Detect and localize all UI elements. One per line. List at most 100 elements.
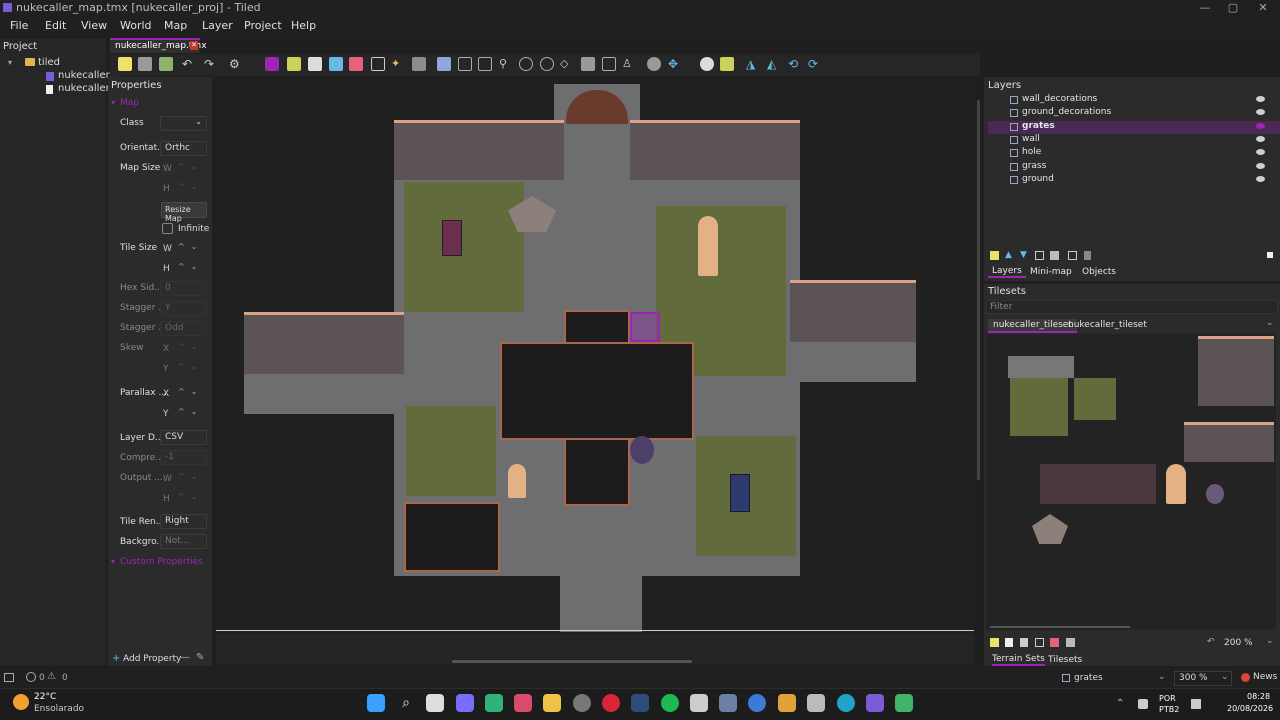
new-layer-icon[interactable] — [990, 251, 999, 260]
layer-row[interactable]: hole — [988, 147, 1278, 160]
app-icon[interactable] — [719, 694, 737, 712]
shape-fill-icon[interactable] — [329, 57, 343, 71]
tileset-view[interactable] — [986, 334, 1276, 630]
layer-row[interactable]: wall — [988, 134, 1278, 147]
filter-input[interactable]: Filter — [986, 300, 1278, 314]
search-icon[interactable]: ⌕ — [397, 694, 415, 712]
app-icon[interactable] — [690, 694, 708, 712]
maximize-button[interactable]: ▢ — [1220, 0, 1246, 16]
tileset-tile[interactable] — [1206, 484, 1224, 504]
app-icon[interactable] — [514, 694, 532, 712]
insert-tile-icon[interactable]: ◇ — [560, 57, 574, 71]
add-icon[interactable]: + — [112, 653, 120, 664]
insert-text-icon[interactable] — [602, 57, 616, 71]
move-icon[interactable]: ✥ — [668, 57, 682, 71]
app-icon[interactable] — [748, 694, 766, 712]
insert-template-icon[interactable] — [581, 57, 595, 71]
rect-select-icon[interactable] — [371, 57, 385, 71]
tileset-tab[interactable]: nukecaller_tileset — [1068, 320, 1147, 330]
terrain-brush-icon[interactable] — [287, 57, 301, 71]
menu-view[interactable]: View — [81, 19, 107, 32]
save-icon[interactable] — [159, 57, 173, 71]
open-file-icon[interactable] — [138, 57, 152, 71]
tileset-properties-icon[interactable] — [1050, 638, 1059, 647]
close-tab-icon[interactable]: ✕ — [190, 41, 198, 50]
group-layer-icon[interactable] — [1068, 251, 1077, 260]
eye-icon[interactable] — [1256, 96, 1265, 102]
new-tileset-icon[interactable] — [990, 638, 999, 647]
menu-file[interactable]: File — [10, 19, 28, 32]
lock-icon[interactable] — [1084, 251, 1091, 260]
tray-icon[interactable] — [1138, 699, 1148, 709]
eye-icon[interactable] — [1256, 123, 1265, 129]
github-icon[interactable] — [573, 694, 591, 712]
minimize-button[interactable]: — — [1192, 0, 1218, 16]
current-layer-select[interactable]: grates ⌄ — [1060, 671, 1168, 686]
clock-time[interactable]: 08:28 — [1247, 692, 1270, 701]
eraser-icon[interactable] — [349, 57, 363, 71]
class-select[interactable]: ⌄ — [160, 116, 207, 131]
console-icon[interactable] — [4, 673, 14, 682]
menu-world[interactable]: World — [120, 19, 152, 32]
tileset-tile[interactable] — [1008, 356, 1074, 378]
menu-project[interactable]: Project — [244, 19, 282, 32]
chevron-down-icon[interactable]: ▾ — [111, 557, 115, 566]
section-map[interactable]: Map — [120, 98, 139, 108]
bucket-fill-icon[interactable] — [308, 57, 322, 71]
rename-property-icon[interactable]: ✎ — [196, 652, 204, 663]
slack-icon[interactable] — [778, 694, 796, 712]
chevron-down-icon[interactable]: ▾ — [111, 98, 115, 107]
volume-icon[interactable] — [1191, 699, 1201, 709]
close-window-button[interactable]: ✕ — [1250, 0, 1276, 16]
redo-icon[interactable]: ↷ — [204, 57, 218, 71]
tab-objects[interactable]: Objects — [1082, 267, 1116, 277]
stamp-brush-icon[interactable] — [265, 57, 279, 71]
warning-icon[interactable]: ⚠ — [47, 671, 56, 682]
menu-layer[interactable]: Layer — [202, 19, 233, 32]
eye-icon[interactable] — [1256, 109, 1265, 115]
edge-icon[interactable] — [837, 694, 855, 712]
layer-row[interactable]: wall_decorations — [988, 94, 1278, 107]
tiled-app-icon[interactable] — [866, 694, 884, 712]
duplicate-layer-icon[interactable] — [1035, 251, 1044, 260]
menu-map[interactable]: Map — [164, 19, 187, 32]
input-lang[interactable]: POR — [1159, 694, 1176, 703]
vertical-scrollbar[interactable] — [977, 100, 980, 480]
tileset-tab[interactable]: nukecaller_tileset — [988, 319, 1077, 333]
horizontal-scrollbar[interactable] — [452, 660, 692, 663]
insert-polygon-icon[interactable] — [540, 57, 554, 71]
tile-render-select[interactable]: Right — [160, 514, 207, 529]
weather-icon[interactable] — [13, 694, 29, 710]
map-zoom-select[interactable]: 300 % ⌄ — [1174, 671, 1232, 686]
tileset-tile[interactable] — [1184, 422, 1274, 462]
layer-menu-icon[interactable] — [1267, 252, 1273, 258]
tileset-tile[interactable] — [1166, 464, 1186, 504]
chevron-down-icon[interactable]: ⌄ — [1266, 636, 1274, 646]
tab-terrain-sets[interactable]: Terrain Sets — [992, 654, 1045, 666]
orientation-select[interactable]: Orthc — [160, 141, 207, 156]
map-canvas[interactable] — [216, 76, 974, 632]
delete-tileset-icon[interactable] — [1066, 638, 1075, 647]
file-explorer-icon[interactable] — [543, 694, 561, 712]
layer-row[interactable]: grass — [988, 161, 1278, 174]
tile-size-h-stepper[interactable]: ^⌄ — [174, 262, 208, 277]
eye-icon[interactable] — [1256, 163, 1265, 169]
parallax-y-stepper[interactable]: ^⌄ — [174, 407, 208, 422]
new-file-icon[interactable] — [118, 57, 132, 71]
magic-wand-icon[interactable]: ✦ — [391, 57, 405, 71]
layer-data-select[interactable]: CSV — [160, 430, 207, 445]
lower-layer-icon[interactable]: ▼ — [1020, 250, 1027, 260]
parallax-x-stepper[interactable]: ^⌄ — [174, 387, 208, 402]
document-tab[interactable]: nukecaller_map.tmx ✕ — [110, 38, 207, 53]
flip-vertical-icon[interactable]: ◭ — [767, 57, 781, 71]
tab-mini-map[interactable]: Mini-map — [1030, 267, 1072, 277]
remove-property-icon[interactable]: — — [180, 652, 190, 663]
layer-row[interactable]: grates — [988, 121, 1278, 134]
add-property-button[interactable]: Add Property — [123, 654, 181, 664]
embed-tileset-icon[interactable] — [1005, 638, 1013, 647]
rotate-right-icon[interactable]: ⟳ — [808, 57, 822, 71]
tileset-tile[interactable] — [1032, 514, 1068, 544]
discord-icon[interactable] — [456, 694, 474, 712]
layer-row[interactable]: ground_decorations — [988, 107, 1278, 120]
eye-icon[interactable] — [1256, 136, 1265, 142]
